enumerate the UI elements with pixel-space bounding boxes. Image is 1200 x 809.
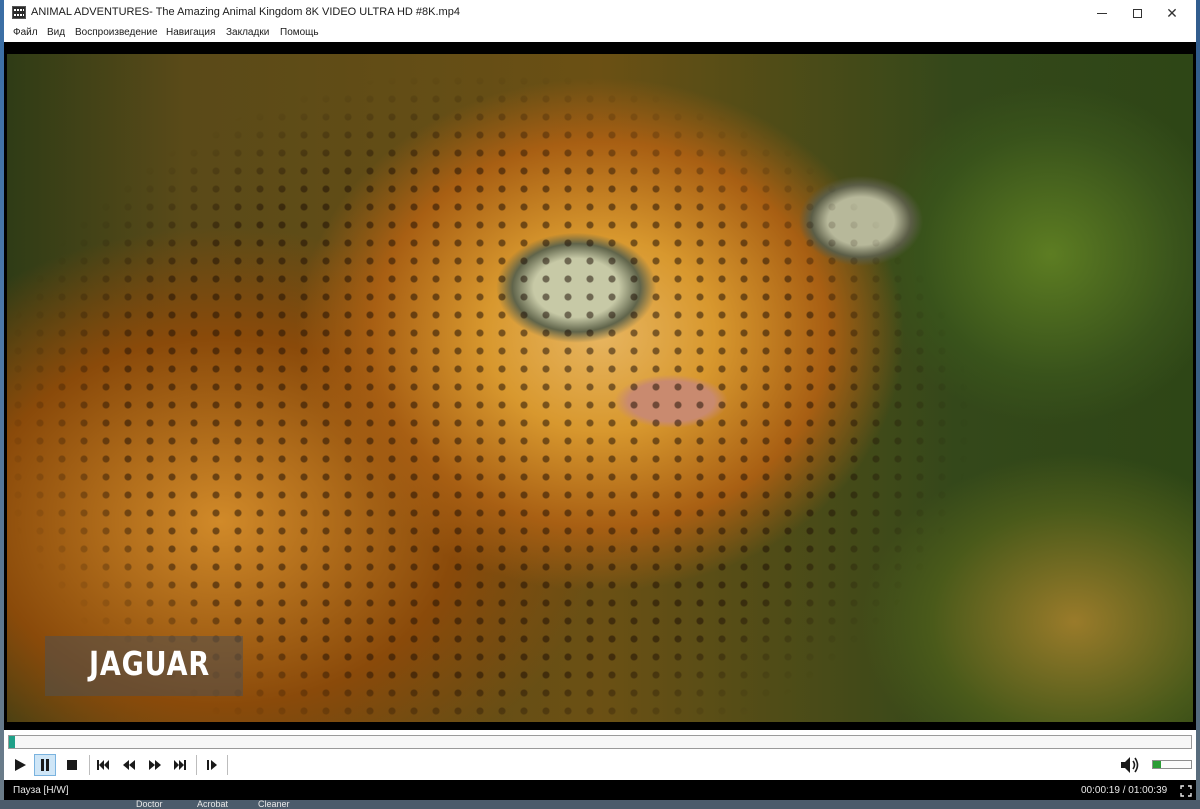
play-button[interactable] — [9, 754, 31, 776]
taskbar-item[interactable]: Acrobat — [197, 800, 228, 809]
menu-navigation[interactable]: Навигация — [166, 27, 215, 38]
close-icon: ✕ — [1166, 4, 1178, 21]
media-player-window: ANIMAL ADVENTURES- The Amazing Animal Ki… — [4, 0, 1196, 800]
stop-button[interactable] — [61, 754, 83, 776]
time-display: 00:00:19 / 01:00:39 — [1081, 785, 1168, 796]
seek-progress-fill — [9, 736, 15, 748]
volume-level-fill — [1153, 761, 1161, 768]
play-icon — [15, 759, 26, 771]
video-texture — [7, 54, 1193, 722]
forward-button[interactable] — [144, 754, 166, 776]
close-button[interactable]: ✕ — [1154, 0, 1190, 26]
taskbar-item[interactable]: Cleaner — [258, 800, 290, 809]
mute-button[interactable] — [1119, 755, 1141, 775]
taskbar-item[interactable]: Doctor — [136, 800, 163, 809]
rewind-icon — [123, 760, 135, 770]
window-title: ANIMAL ADVENTURES- The Amazing Animal Ki… — [31, 6, 460, 18]
frame-step-icon — [207, 760, 217, 770]
previous-button[interactable] — [92, 754, 114, 776]
desktop-taskbar-strip: Doctor Acrobat Cleaner — [0, 800, 1200, 809]
status-bar: Пауза [H/W] 00:00:19 / 01:00:39 — [4, 780, 1196, 800]
toolbar-separator — [196, 755, 197, 775]
fast-forward-icon — [149, 760, 161, 770]
menu-bar: Файл Вид Воспроизведение Навигация Закла… — [4, 26, 1196, 42]
seek-bar[interactable] — [8, 735, 1192, 749]
pause-button[interactable] — [34, 754, 56, 776]
skip-back-icon — [97, 760, 109, 770]
menu-help[interactable]: Помощь — [280, 27, 319, 38]
stop-icon — [67, 760, 77, 770]
film-clapper-icon — [12, 6, 26, 19]
toolbar-separator — [89, 755, 90, 775]
menu-bookmarks[interactable]: Закладки — [226, 27, 269, 38]
pause-icon — [41, 759, 49, 771]
volume-slider[interactable] — [1152, 760, 1192, 769]
menu-playback[interactable]: Воспроизведение — [75, 27, 158, 38]
control-panel — [4, 730, 1196, 780]
fullscreen-icon[interactable] — [1180, 784, 1192, 797]
maximize-icon — [1132, 8, 1142, 18]
video-caption: JAGUAR — [89, 644, 211, 683]
title-bar[interactable]: ANIMAL ADVENTURES- The Amazing Animal Ki… — [4, 0, 1196, 26]
skip-forward-icon — [174, 760, 186, 770]
toolbar-separator — [227, 755, 228, 775]
speaker-icon — [1121, 757, 1139, 773]
menu-view[interactable]: Вид — [47, 27, 65, 38]
desktop-right-edge — [1196, 0, 1200, 809]
minimize-button[interactable] — [1084, 0, 1120, 26]
playback-status: Пауза [H/W] — [13, 785, 69, 796]
menu-file[interactable]: Файл — [13, 27, 38, 38]
video-frame[interactable]: JAGUAR — [7, 54, 1193, 722]
frame-step-button[interactable] — [201, 754, 223, 776]
minimize-icon — [1097, 12, 1107, 14]
maximize-button[interactable] — [1119, 0, 1155, 26]
rewind-button[interactable] — [118, 754, 140, 776]
next-button[interactable] — [169, 754, 191, 776]
